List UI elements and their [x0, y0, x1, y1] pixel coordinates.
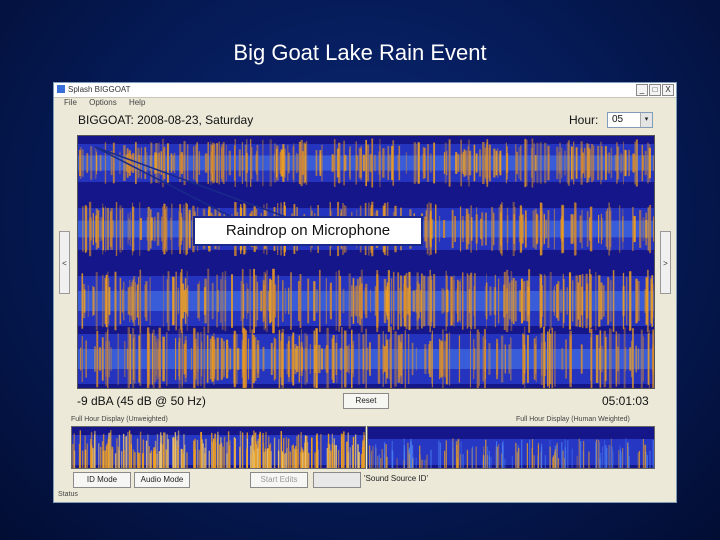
menu-options[interactable]: Options	[89, 98, 117, 107]
start-edits-button[interactable]: Start Edits	[250, 472, 308, 488]
status-text: Status	[58, 491, 78, 498]
sound-source-label: 'Sound Source ID'	[364, 474, 428, 483]
window-title: Splash BIGGOAT	[68, 85, 131, 94]
maximize-button[interactable]: □	[649, 84, 661, 96]
station-date-label: BIGGOAT: 2008-08-23, Saturday	[78, 113, 254, 127]
app-window: Splash BIGGOAT _ □ X File Options Help B…	[53, 82, 677, 503]
app-icon	[57, 85, 65, 93]
slide-title: Big Goat Lake Rain Event	[233, 40, 487, 65]
overview-unweighted-image	[72, 427, 365, 468]
hour-label: Hour:	[569, 113, 599, 127]
window-controls: _ □ X	[636, 84, 674, 96]
id-mode-button[interactable]: ID Mode	[73, 472, 131, 488]
overview-unweighted[interactable]	[71, 426, 366, 469]
level-readout: -9 dBA (45 dB @ 50 Hz)	[77, 394, 206, 408]
menubar: File Options Help	[54, 98, 676, 110]
scroll-right-button[interactable]: >	[660, 231, 671, 294]
overview-weighted-image	[368, 427, 654, 468]
scroll-left-button[interactable]: <	[59, 231, 70, 294]
callout-label: Raindrop on Microphone	[193, 216, 423, 246]
menu-help[interactable]: Help	[129, 98, 145, 107]
spectrogram-display[interactable]	[77, 135, 655, 389]
chevron-down-icon[interactable]: ▾	[640, 113, 652, 127]
time-readout: 05:01:03	[602, 394, 649, 408]
overview-right-label: Full Hour Display (Human Weighted)	[516, 416, 630, 423]
close-button[interactable]: X	[662, 84, 674, 96]
menu-file[interactable]: File	[64, 98, 77, 107]
window-titlebar: Splash BIGGOAT _ □ X	[54, 83, 676, 98]
reset-button[interactable]: Reset	[343, 393, 389, 409]
overview-left-label: Full Hour Display (Unweighted)	[71, 416, 168, 423]
spectrogram-image	[78, 136, 654, 388]
minimize-button[interactable]: _	[636, 84, 648, 96]
overview-weighted[interactable]	[367, 426, 655, 469]
audio-mode-button[interactable]: Audio Mode	[134, 472, 190, 488]
hour-value: 05	[612, 114, 624, 125]
edit-field[interactable]	[313, 472, 361, 488]
hour-select[interactable]: 05 ▾	[607, 112, 653, 128]
